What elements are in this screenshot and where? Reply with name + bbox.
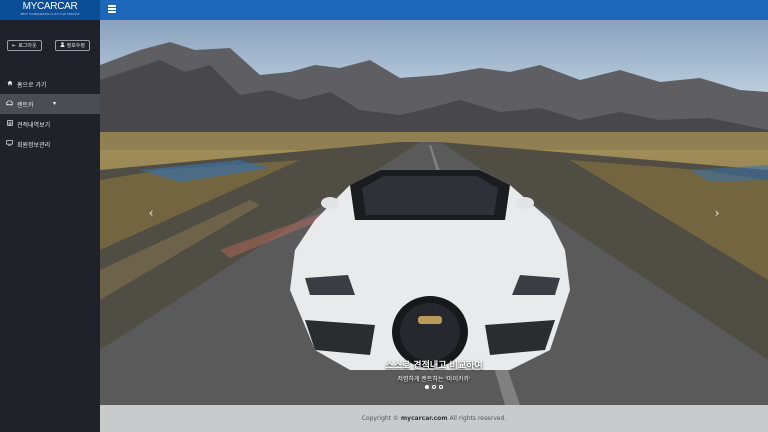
hero-carousel[interactable]: ‹ › 스스로 견적내고 비교하여 저렴하게 렌트하는 '마이카카'	[100, 20, 768, 405]
sidebar-menu: 홈으로 가기 렌트카 ▾ 견적내역보기 회원정보관리	[0, 74, 100, 154]
sidebar-item-label: 견적내역보기	[17, 121, 51, 129]
auth-buttons: ⇤ 로그아웃 정보수정	[0, 20, 100, 51]
home-icon	[6, 80, 13, 88]
carousel-caption-subtitle: 저렴하게 렌트하는 '마이카카'	[397, 376, 471, 383]
sidebar-item-quotes[interactable]: 견적내역보기	[0, 114, 100, 134]
footer: Copyright © mycarcar.com All rights rese…	[100, 405, 768, 432]
sidebar-item-rentcar[interactable]: 렌트카 ▾	[0, 94, 100, 114]
carousel-indicators	[100, 385, 768, 389]
carousel-prev-button[interactable]: ‹	[144, 206, 158, 220]
hero-image	[100, 20, 768, 405]
sidebar-item-member[interactable]: 회원정보관리	[0, 134, 100, 154]
chevron-down-icon: ▾	[53, 100, 57, 107]
car-icon	[6, 100, 13, 108]
logout-button[interactable]: ⇤ 로그아웃	[7, 40, 42, 51]
sidebar-item-home[interactable]: 홈으로 가기	[0, 74, 100, 94]
footer-suffix: All rights reserved.	[447, 415, 507, 422]
logo-tagline: BEST COMPARISON AUTO CAR SERVICE	[20, 12, 80, 16]
logo-text: MYCARCAR	[22, 1, 78, 12]
menu-toggle-icon[interactable]	[108, 5, 116, 13]
edit-info-label: 정보수정	[66, 43, 85, 49]
list-icon	[6, 120, 13, 128]
carousel-indicator-3[interactable]	[439, 385, 443, 389]
logout-label: 로그아웃	[18, 43, 37, 49]
sign-out-icon: ⇤	[12, 42, 17, 49]
footer-site: mycarcar.com	[400, 415, 448, 422]
edit-info-button[interactable]: 정보수정	[54, 40, 90, 51]
footer-prefix: Copyright ©	[361, 415, 401, 422]
top-navbar	[100, 0, 768, 20]
user-icon	[60, 42, 65, 49]
carousel-indicator-1[interactable]	[425, 385, 429, 389]
monitor-icon	[6, 140, 13, 148]
sidebar-item-label: 렌트카	[17, 101, 34, 109]
sidebar: MYCARCAR BEST COMPARISON AUTO CAR SERVIC…	[0, 0, 100, 432]
carousel-indicator-2[interactable]	[432, 385, 436, 389]
logo[interactable]: MYCARCAR BEST COMPARISON AUTO CAR SERVIC…	[0, 0, 100, 20]
carousel-next-button[interactable]: ›	[710, 206, 724, 220]
sidebar-item-label: 회원정보관리	[17, 141, 51, 149]
sidebar-item-label: 홈으로 가기	[17, 81, 47, 89]
carousel-caption-title: 스스로 견적내고 비교하여	[385, 361, 483, 371]
